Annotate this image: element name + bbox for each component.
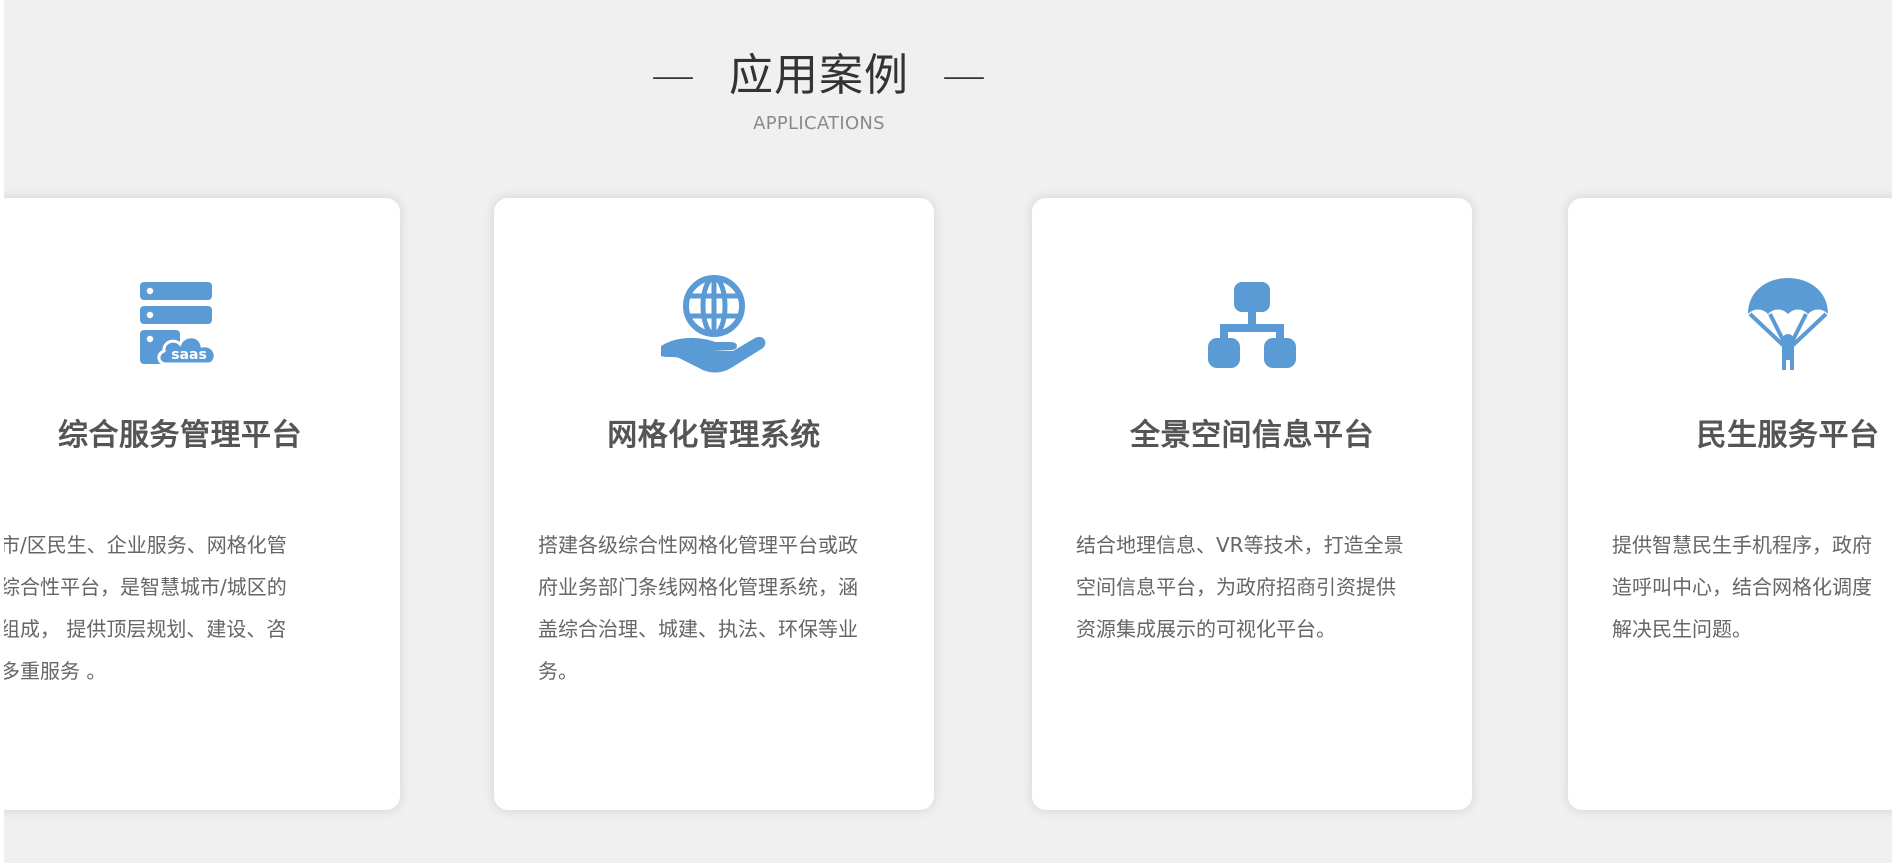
case-card-panoramic-space[interactable]: 全景空间信息平台 结合地理信息、VR等技术，打造全景 空间信息平台，为政府招商引… xyxy=(1032,198,1472,810)
description-line: 务。 xyxy=(538,659,578,683)
card-description: 搭建市/区民生、企业服务、网格化管 理等综合性平台，是智慧城市/城区的 重要组成… xyxy=(4,524,316,692)
description-line: 提供智慧民生手机程序，政府 xyxy=(1612,533,1872,557)
description-line: 府业务部门条线网格化管理系统，涵 xyxy=(538,575,858,599)
card-description: 搭建各级综合性网格化管理平台或政 府业务部门条线网格化管理系统，涵 盖综合治理、… xyxy=(538,524,894,692)
card-title: 民生服务平台 xyxy=(1696,418,1880,453)
case-card-livelihood-service[interactable]: 民生服务平台 提供智慧民生手机程序，政府 造呼叫中心，结合网格化调度 解决民生问… xyxy=(1568,198,1892,810)
description-line: 盖综合治理、城建、执法、环保等业 xyxy=(538,617,858,641)
description-line: 重要组成， 提供顶层规划、建设、咨 xyxy=(4,617,287,641)
network-nodes-icon xyxy=(1202,274,1302,378)
heading-dash-left: — xyxy=(651,50,696,101)
case-card-grid-management[interactable]: 网格化管理系统 搭建各级综合性网格化管理平台或政 府业务部门条线网格化管理系统，… xyxy=(494,198,934,810)
description-line: 结合地理信息、VR等技术，打造全景 xyxy=(1076,533,1404,557)
section-heading: — 应用案例 — xyxy=(4,48,1634,104)
parachute-icon xyxy=(1738,274,1838,378)
description-line: 理等综合性平台，是智慧城市/城区的 xyxy=(4,575,287,599)
description-line: 询等多重服务 。 xyxy=(4,659,107,683)
description-line: 造呼叫中心，结合网格化调度 xyxy=(1612,575,1872,599)
section-subtitle: APPLICATIONS xyxy=(753,113,885,134)
card-description: 结合地理信息、VR等技术，打造全景 空间信息平台，为政府招商引资提供 资源集成展… xyxy=(1076,524,1432,650)
heading-dash-right: — xyxy=(942,50,987,101)
globe-hand-icon xyxy=(659,272,769,380)
applications-section: — 应用案例 — APPLICATIONS saas 综合服务管理平台 市/区民… xyxy=(4,0,1892,863)
description-line: 搭建市/区民生、企业服务、网格化管 xyxy=(4,533,287,557)
card-title: 网格化管理系统 xyxy=(607,418,821,453)
section-title: 应用案例 xyxy=(729,50,909,101)
description-line: 搭建各级综合性网格化管理平台或政 xyxy=(538,533,858,557)
description-line: 解决民生问题。 xyxy=(1612,617,1752,641)
saas-server-icon: saas xyxy=(130,274,230,378)
case-card-integrated-service[interactable]: saas 综合服务管理平台 搭建市/区民生、企业服务、网格化管 理等综合性平台，… xyxy=(4,198,400,810)
card-title: 全景空间信息平台 xyxy=(1130,418,1374,453)
card-description: 提供智慧民生手机程序，政府 造呼叫中心，结合网格化调度 解决民生问题。 xyxy=(1612,524,1892,650)
card-title: 综合服务管理平台 xyxy=(58,418,302,453)
description-line: 空间信息平台，为政府招商引资提供 xyxy=(1076,575,1396,599)
description-line: 资源集成展示的可视化平台。 xyxy=(1076,617,1336,641)
svg-text:saas: saas xyxy=(171,347,207,363)
